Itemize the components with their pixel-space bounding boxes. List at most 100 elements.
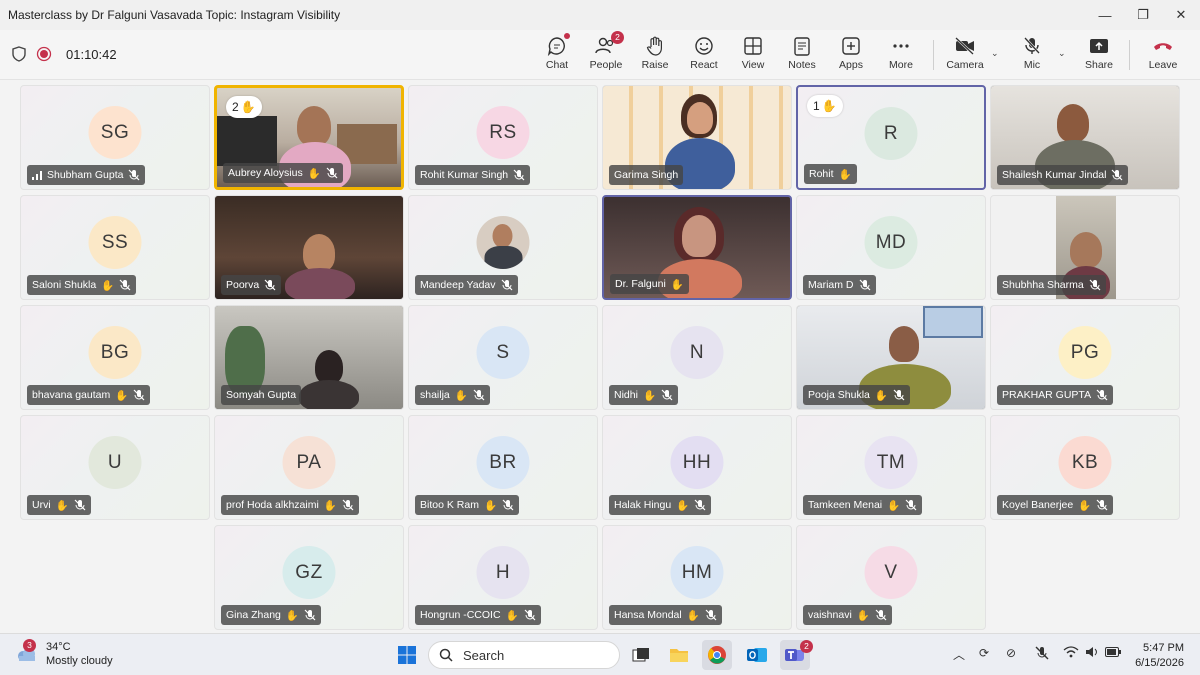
participant-tile[interactable]: R 1 ✋ Rohit ✋ xyxy=(796,85,986,190)
participant-name: Pooja Shukla xyxy=(808,389,870,401)
name-tag: Pooja Shukla ✋ xyxy=(803,385,910,405)
participant-tile[interactable]: Shailesh Kumar Jindal xyxy=(990,85,1180,190)
no-network-icon[interactable]: ⊘ xyxy=(1006,646,1016,660)
participant-tile[interactable]: MD Mariam D xyxy=(796,195,986,300)
raise-hand-button[interactable]: Raise xyxy=(631,36,679,76)
apps-label: Apps xyxy=(839,59,863,71)
minimize-button[interactable]: — xyxy=(1086,0,1124,30)
participant-tile[interactable]: V vaishnavi ✋ xyxy=(796,525,986,630)
chrome-button[interactable] xyxy=(702,640,732,670)
participant-name: Dr. Falguni xyxy=(615,278,666,290)
volume-icon[interactable] xyxy=(1085,646,1099,661)
camera-options-chevron-icon[interactable]: ⌄ xyxy=(991,48,999,59)
participant-tile[interactable]: U Urvi ✋ xyxy=(20,415,210,520)
participant-tile[interactable]: SS Saloni Shukla ✋ xyxy=(20,195,210,300)
participant-tile[interactable]: Pooja Shukla ✋ xyxy=(796,305,986,410)
camera-button[interactable]: Camera xyxy=(941,36,989,76)
folder-icon xyxy=(670,649,688,662)
taskbar-search[interactable]: Search xyxy=(428,641,620,669)
mic-off-icon xyxy=(905,499,917,511)
name-tag: Rohit ✋ xyxy=(804,164,857,184)
participant-name: prof Hoda alkhzaimi xyxy=(226,499,319,511)
weather-widget[interactable]: 3 34°C Mostly cloudy xyxy=(14,639,113,668)
participant-tile[interactable]: Somyah Gupta xyxy=(214,305,404,410)
temperature: 34°C xyxy=(46,641,71,653)
name-tag: Mandeep Yadav xyxy=(415,275,518,295)
notes-button[interactable]: Notes xyxy=(778,36,826,76)
hand-icon: ✋ xyxy=(642,389,657,402)
mic-off-icon xyxy=(694,499,706,511)
close-button[interactable]: ✕ xyxy=(1162,0,1200,30)
grid-view-icon xyxy=(744,37,762,55)
recording-status: 01:10:42 xyxy=(12,46,117,62)
teams-button[interactable]: 2 xyxy=(780,640,813,670)
participant-tile[interactable]: RS Rohit Kumar Singh xyxy=(408,85,598,190)
mic-button[interactable]: Mic xyxy=(1008,36,1056,76)
participant-tile[interactable]: BR Bitoo K Ram ✋ xyxy=(408,415,598,520)
participant-tile[interactable]: Shubhha Sharma xyxy=(990,195,1180,300)
participant-tile[interactable]: GZ Gina Zhang ✋ xyxy=(214,525,404,630)
share-label: Share xyxy=(1084,59,1114,71)
leave-label: Leave xyxy=(1148,59,1178,71)
toolbar-divider xyxy=(1129,40,1130,70)
battery-icon[interactable] xyxy=(1105,646,1121,660)
hand-icon: ✋ xyxy=(874,389,888,402)
camera-label: Camera xyxy=(946,59,984,71)
sync-icon[interactable]: ⟳ xyxy=(979,646,989,660)
react-button[interactable]: React xyxy=(680,36,728,76)
participant-tile[interactable]: SG Shubham Gupta xyxy=(20,85,210,190)
participant-tile[interactable]: HH Halak Hingu ✋ xyxy=(602,415,792,520)
wifi-icon[interactable] xyxy=(1063,646,1079,661)
mic-off-icon xyxy=(705,609,717,621)
mic-options-chevron-icon[interactable]: ⌄ xyxy=(1058,48,1066,59)
participant-tile[interactable]: Mandeep Yadav xyxy=(408,195,598,300)
participant-tile[interactable]: BG bhavana gautam ✋ xyxy=(20,305,210,410)
participant-tile[interactable]: KB Koyel Banerjee ✋ xyxy=(990,415,1180,520)
raised-hand-indicator: 2 ✋ xyxy=(226,96,262,118)
leave-button[interactable]: Leave xyxy=(1139,36,1187,76)
chat-button[interactable]: Chat xyxy=(533,33,581,76)
participant-name: Hongrun -CCOIC xyxy=(420,609,501,621)
participant-tile[interactable]: PA prof Hoda alkhzaimi ✋ xyxy=(214,415,404,520)
participant-name: Poorva xyxy=(226,279,260,291)
hand-icon: ✋ xyxy=(323,499,337,512)
share-button[interactable]: Share xyxy=(1075,36,1123,76)
smile-icon xyxy=(695,37,713,55)
participant-tile[interactable]: N Nidhi ✋ xyxy=(602,305,792,410)
participant-name: Nidhi xyxy=(614,389,638,401)
view-button[interactable]: View xyxy=(729,36,777,76)
participant-tile[interactable]: S shailja ✋ xyxy=(408,305,598,410)
avatar: TM xyxy=(864,436,918,489)
hand-icon: ✋ xyxy=(676,499,690,512)
participant-name: shailja xyxy=(420,389,450,401)
microphone-muted-icon[interactable] xyxy=(1035,646,1049,663)
participant-name: Urvi xyxy=(32,499,51,511)
file-explorer-button[interactable] xyxy=(664,640,694,670)
participant-tile[interactable]: 2 ✋ Aubrey Aloysius ✋ xyxy=(214,85,404,190)
apps-button[interactable]: Apps xyxy=(827,36,875,76)
more-button[interactable]: More xyxy=(877,36,925,76)
start-button[interactable] xyxy=(392,640,422,670)
hand-icon: ✋ xyxy=(101,279,115,292)
participant-tile[interactable]: TM Tamkeen Menai ✋ xyxy=(796,415,986,520)
participant-tile[interactable]: Garima Singh xyxy=(602,85,792,190)
system-clock[interactable]: 5:47 PM 6/15/2026 xyxy=(1135,641,1184,671)
participant-tile[interactable]: PG PRAKHAR GUPTA xyxy=(990,305,1180,410)
mic-off-icon xyxy=(513,169,525,181)
participant-tile[interactable]: HM Hansa Mondal ✋ xyxy=(602,525,792,630)
name-tag: shailja ✋ xyxy=(415,385,490,405)
show-hidden-icons-chevron-icon[interactable]: ︿ xyxy=(953,646,965,663)
people-button[interactable]: 2 People xyxy=(582,31,630,76)
people-badge: 2 xyxy=(611,31,624,44)
participant-tile[interactable]: H Hongrun -CCOIC ✋ xyxy=(408,525,598,630)
hand-icon: ✋ xyxy=(686,609,700,622)
outlook-button[interactable] xyxy=(742,640,772,670)
mic-off-icon xyxy=(501,279,512,291)
name-tag: Bitoo K Ram ✋ xyxy=(415,495,520,515)
participant-tile[interactable]: Dr. Falguni ✋ xyxy=(602,195,792,300)
task-view-button[interactable] xyxy=(626,640,656,670)
participant-tile[interactable]: Poorva xyxy=(214,195,404,300)
name-tag: Somyah Gupta xyxy=(221,385,302,405)
name-tag: Halak Hingu ✋ xyxy=(609,495,712,515)
maximize-button[interactable]: ❐ xyxy=(1124,0,1162,30)
